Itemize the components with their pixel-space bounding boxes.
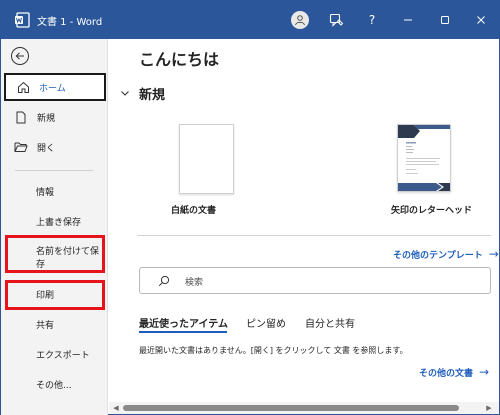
more-documents-link[interactable]: その他の文書 → [419,365,489,379]
search-placeholder: 検索 [185,278,204,288]
tab-recent[interactable]: 最近使ったアイテム [139,315,228,330]
scrollbar-thumb[interactable] [123,405,459,411]
sidebar-item-export[interactable]: エクスポート [36,348,90,361]
sidebar-item-label: ホーム [39,83,66,94]
close-icon [477,16,485,24]
account-button[interactable] [281,1,319,39]
sidebar-item-new[interactable]: 新規 [4,103,106,131]
search-icon [158,275,170,287]
chevron-down-icon[interactable] [119,87,131,99]
new-document-icon [14,110,28,124]
minimize-button[interactable] [389,1,427,39]
sidebar-item-home[interactable]: ホーム [4,73,106,101]
scroll-right-icon[interactable]: ▶ [485,404,493,412]
arrow-right-icon: → [479,365,490,379]
sidebar-item-share[interactable]: 共有 [36,318,54,331]
greeting-heading: こんにちは [139,50,220,69]
sidebar-item-save[interactable]: 上書き保存 [36,215,81,228]
folder-open-icon [14,140,28,154]
more-templates-link[interactable]: その他のテンプレート → [393,247,499,261]
sidebar-item-open[interactable]: 開く [4,133,106,161]
word-window: 文書 1 - Word ? ホーム 新規 開く 情報 上書き保存 名前を付けて保… [0,0,500,415]
feedback-button[interactable] [317,1,355,39]
back-arrow-icon[interactable] [10,46,30,66]
section-divider [137,235,491,236]
sidebar-item-more[interactable]: その他... [36,378,72,391]
help-button[interactable]: ? [353,1,391,39]
new-section-title: 新規 [139,88,166,103]
scroll-left-icon[interactable]: ◀ [112,404,120,412]
close-button[interactable] [462,1,500,39]
minimize-icon [404,19,412,21]
backstage-home-pane: こんにちは 新規 白紙の文書 矢印のレターヘッド その他のテンプレート → 検索… [109,39,499,402]
highlight-print [5,280,105,310]
person-icon [295,15,305,26]
search-input[interactable]: 検索 [139,267,491,294]
maximize-icon [441,16,449,24]
sidebar-item-label: 開く [37,143,56,154]
avatar [291,11,309,29]
backstage-sidebar: ホーム 新規 開く 情報 上書き保存 名前を付けて保 存 印刷 共有 エクスポー… [1,39,108,415]
home-icon [16,80,30,94]
template-blank-document[interactable] [179,124,234,194]
sidebar-item-info[interactable]: 情報 [36,185,54,198]
more-templates-label: その他のテンプレート [393,250,483,261]
sidebar-item-label: 新規 [37,113,56,124]
letterhead-preview-graphic [398,125,450,191]
feedback-icon [329,13,343,27]
arrow-right-icon: → [488,247,499,261]
word-app-icon [15,12,30,28]
tab-shared-with-me[interactable]: 自分と共有 [305,315,355,330]
highlight-save-as [5,235,105,273]
horizontal-scrollbar[interactable]: ◀ ▶ [109,402,499,414]
template-arrow-letterhead[interactable] [397,124,451,192]
template-label: 白紙の文書 [171,206,217,216]
template-label: 矢印のレターヘッド [391,206,473,216]
more-documents-label: その他の文書 [419,368,474,379]
title-bar: 文書 1 - Word ? [1,1,500,39]
sidebar-divider [15,170,93,171]
maximize-button[interactable] [426,1,464,39]
empty-recent-message: 最近開いた文書はありません。[開く] をクリックして 文書 を参照します。 [139,346,408,355]
tab-active-indicator [139,331,227,333]
tab-pinned[interactable]: ピン留め [246,315,286,330]
document-title: 文書 1 - Word [37,17,103,28]
